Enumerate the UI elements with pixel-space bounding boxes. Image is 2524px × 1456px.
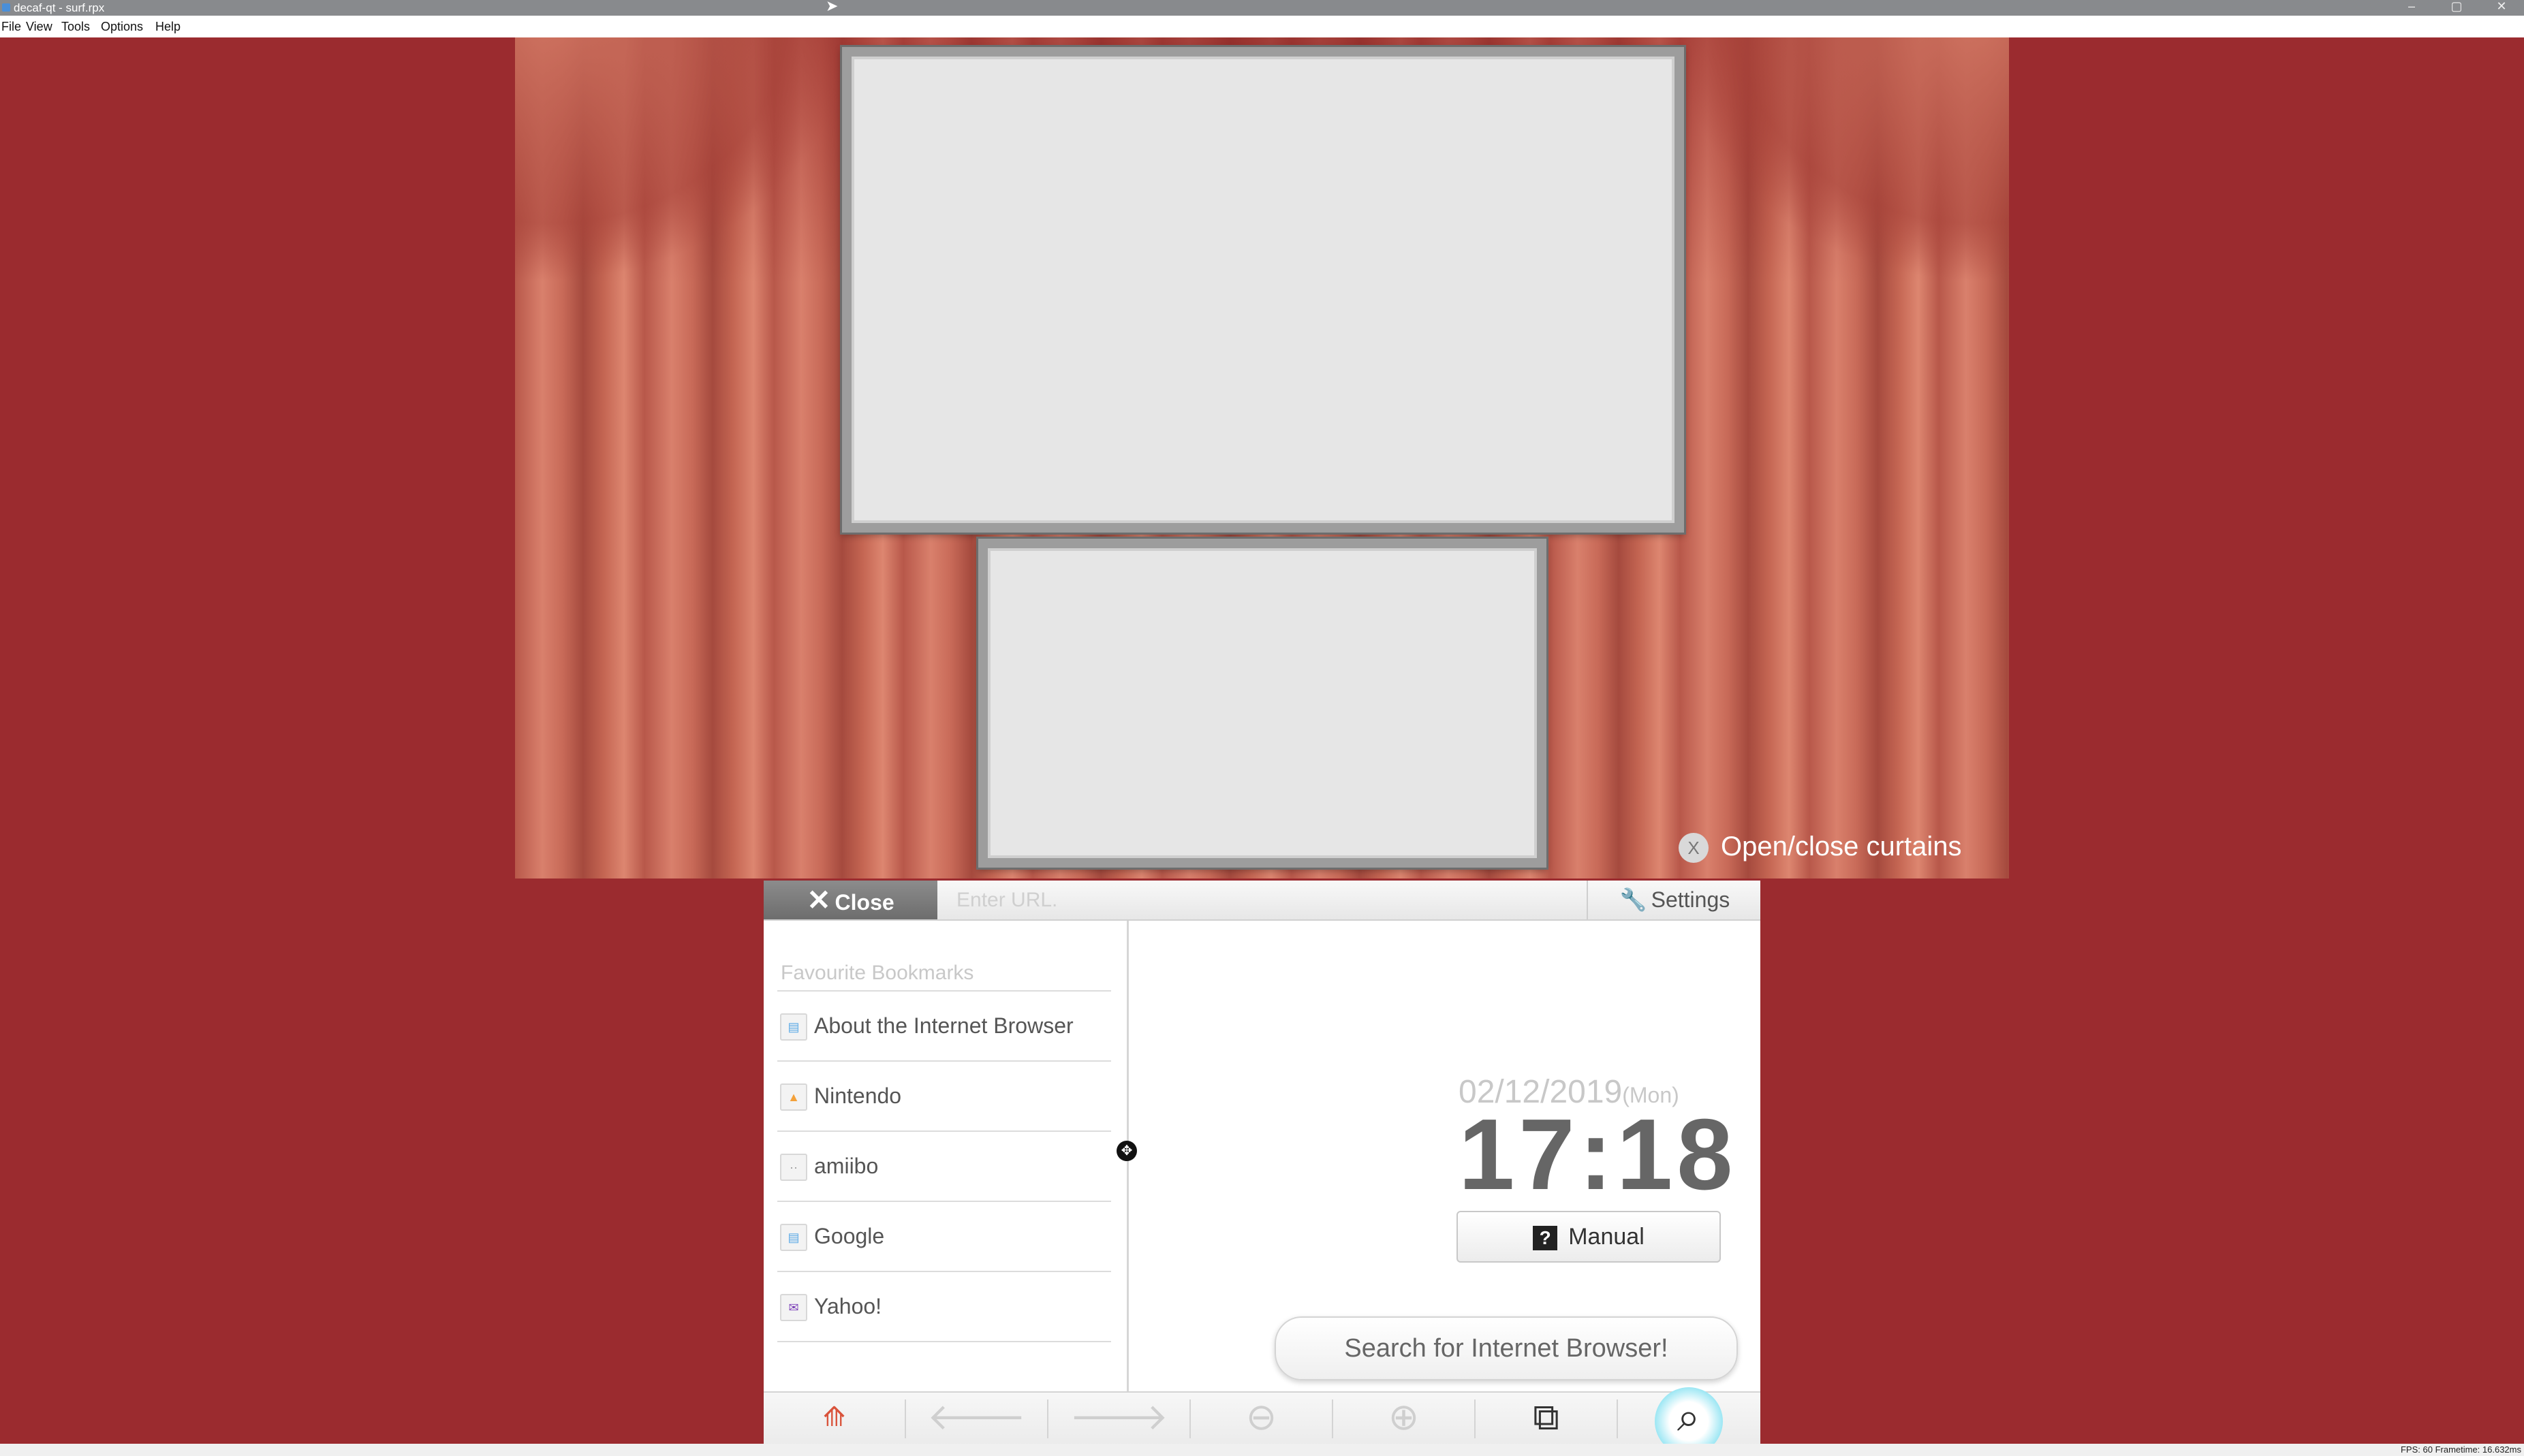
browser-icon: ▤ xyxy=(780,1013,807,1041)
bookmark-label: amiibo xyxy=(814,1154,879,1178)
search-icon: ⌕ xyxy=(1654,1387,1723,1444)
tv-screen: X Open/close curtains xyxy=(515,37,2009,879)
menu-help[interactable]: Help xyxy=(155,16,181,37)
bookmark-item[interactable]: ·· amiibo xyxy=(777,1132,1111,1202)
browser-close-button[interactable]: ✕ Close xyxy=(764,881,937,919)
bookmark-label: Nintendo xyxy=(814,1083,902,1108)
yahoo-icon: ✉ xyxy=(780,1294,807,1321)
mouse-cursor-icon: ➤ xyxy=(826,0,839,14)
browser-top-bar: ✕ Close Enter URL. 🔧 Settings xyxy=(764,881,1760,921)
wrench-icon: 🔧 xyxy=(1619,887,1647,912)
status-bar: FPS: 60 Frametime: 16.632ms xyxy=(0,1444,2524,1456)
google-icon: ▤ xyxy=(780,1224,807,1251)
zoom-out-button[interactable]: ⊖ xyxy=(1191,1393,1332,1444)
x-button-icon: X xyxy=(1679,833,1709,864)
menu-tools[interactable]: Tools xyxy=(61,16,90,37)
close-label: Close xyxy=(835,890,894,915)
url-input[interactable]: Enter URL. xyxy=(956,881,1583,919)
nintendo-icon: ▲ xyxy=(780,1083,807,1111)
top-screen-panel xyxy=(842,47,1684,533)
forward-button[interactable]: 🡒 xyxy=(1048,1393,1189,1444)
bookmarks-panel: Favourite Bookmarks ▤ About the Internet… xyxy=(764,921,1128,1397)
bookmark-label: About the Internet Browser xyxy=(814,1013,1074,1038)
manual-label: Manual xyxy=(1568,1224,1645,1250)
close-window-button[interactable]: ✕ xyxy=(2481,0,2522,16)
browser-toolbar: ⟰ 🡐 🡒 ⊖ ⊕ ⧉ ⌕ xyxy=(764,1387,1760,1444)
tray-icon[interactable]: ⟰ xyxy=(764,1393,905,1444)
curtain-toggle-hint[interactable]: X Open/close curtains xyxy=(1679,829,1962,864)
menu-bar: File View Tools Options Help xyxy=(0,16,2524,37)
menu-options[interactable]: Options xyxy=(101,16,143,37)
close-icon: ✕ xyxy=(807,884,831,916)
bookmark-label: Yahoo! xyxy=(814,1294,882,1318)
bookmark-item[interactable]: ▤ About the Internet Browser xyxy=(777,992,1111,1062)
curtain-hint-label: Open/close curtains xyxy=(1721,832,1962,861)
settings-label: Settings xyxy=(1651,887,1730,912)
fps-readout: FPS: 60 Frametime: 16.632ms xyxy=(2400,1444,2521,1455)
bookmark-item[interactable]: ✉ Yahoo! xyxy=(777,1272,1111,1342)
panel-resize-handle[interactable]: ✥ xyxy=(1117,1141,1137,1161)
window-titlebar: decaf-qt - surf.rpx ➤ – ▢ ✕ xyxy=(0,0,2524,16)
curtain-valance-left xyxy=(515,37,856,283)
browser-screen: ✕ Close Enter URL. 🔧 Settings Favourite Bo… xyxy=(764,881,1760,1444)
bookmarks-title: Favourite Bookmarks xyxy=(781,962,974,984)
amiibo-icon: ·· xyxy=(780,1154,807,1181)
curtain-valance-right xyxy=(1668,37,2009,283)
back-button[interactable]: 🡐 xyxy=(906,1393,1047,1444)
menu-file[interactable]: File xyxy=(1,16,21,37)
app-icon xyxy=(2,3,10,12)
manual-button[interactable]: ? Manual xyxy=(1456,1211,1721,1263)
bookmark-label: Google xyxy=(814,1224,885,1248)
settings-button[interactable]: 🔧 Settings xyxy=(1587,881,1760,919)
bottom-screen-panel xyxy=(978,539,1546,868)
zoom-in-button[interactable]: ⊕ xyxy=(1333,1393,1474,1444)
search-prompt-bubble[interactable]: Search for Internet Browser! xyxy=(1275,1316,1738,1380)
bookmark-item[interactable]: ▤ Google xyxy=(777,1202,1111,1272)
menu-view[interactable]: View xyxy=(26,16,52,37)
search-button[interactable]: ⌕ xyxy=(1618,1387,1759,1444)
tabs-button[interactable]: ⧉ xyxy=(1476,1393,1617,1444)
minimize-button[interactable]: – xyxy=(2391,0,2432,16)
question-icon: ? xyxy=(1533,1226,1558,1251)
clock-display: 17:18 xyxy=(1459,1098,1737,1211)
window-title: decaf-qt - surf.rpx xyxy=(14,1,105,14)
maximize-button[interactable]: ▢ xyxy=(2436,0,2477,16)
bookmark-item[interactable]: ▲ Nintendo xyxy=(777,1062,1111,1132)
